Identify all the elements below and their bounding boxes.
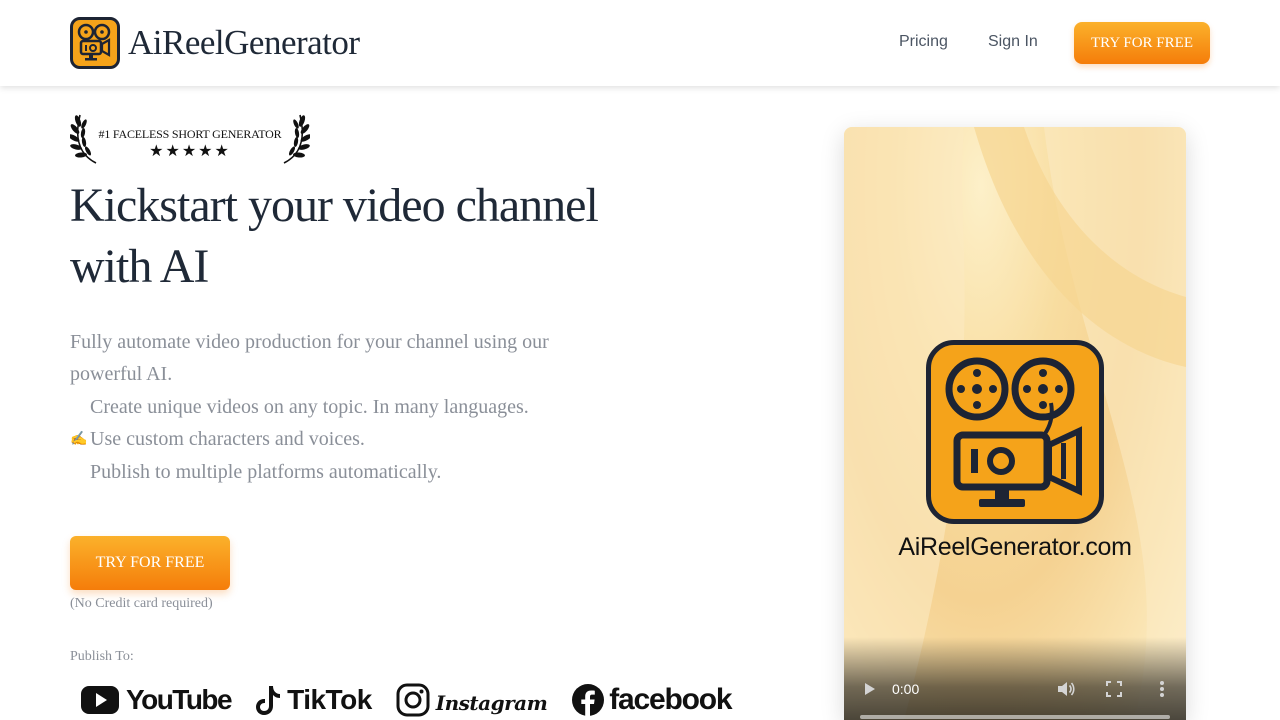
brand[interactable]: AiReelGenerator (70, 17, 360, 69)
platform-name: facebook (609, 683, 732, 716)
play-icon[interactable] (864, 682, 876, 696)
brand-name: AiReelGenerator (128, 23, 360, 62)
video-progress-bar[interactable] (860, 715, 1170, 719)
header-try-for-free-button[interactable]: TRY FOR FREE (1074, 22, 1210, 64)
youtube-icon (81, 686, 119, 714)
feature-text: Use custom characters and voices. (90, 428, 365, 451)
platform-instagram: Instagram (396, 683, 548, 717)
facebook-icon (572, 684, 605, 716)
publish-to-label: Publish To: (70, 649, 134, 664)
award-stars-icon: ★★★★★ (149, 143, 231, 160)
instagram-icon (396, 683, 430, 717)
tiktok-icon (256, 686, 281, 715)
video-caption: AiReelGenerator.com (898, 533, 1132, 561)
brand-logo-icon (70, 17, 120, 69)
platform-youtube: YouTube (80, 684, 233, 716)
more-options-icon[interactable] (1156, 680, 1168, 698)
fullscreen-icon[interactable] (1106, 681, 1122, 697)
hero-description: Fully automate video production for your… (70, 331, 549, 385)
video-logo-icon (926, 340, 1104, 524)
video-controls: 0:00 (844, 637, 1186, 720)
site-header: AiReelGenerator Pricing Sign In TRY FOR … (0, 0, 1280, 86)
platform-name: TikTok (287, 684, 372, 715)
writing-hand-icon: ✍ (70, 432, 88, 448)
feature-text: Publish to multiple platforms automatica… (90, 460, 442, 483)
platform-facebook: facebook (571, 683, 733, 717)
feature-item: Create unique videos on any topic. In ma… (70, 391, 590, 424)
platform-name: Instagram (435, 691, 548, 715)
award-badge: #1 FACELESS SHORT GENERATOR ★★★★★ (70, 109, 310, 165)
hero-title: Kickstart your video channel with AI (70, 179, 599, 293)
feature-text: Create unique videos on any topic. In ma… (90, 395, 529, 418)
award-text: #1 FACELESS SHORT GENERATOR (98, 127, 282, 141)
nav-sign-in-link[interactable]: Sign In (988, 33, 1038, 51)
no-credit-card-note: (No Credit card required) (70, 596, 213, 611)
hero-try-for-free-button[interactable]: TRY FOR FREE (70, 536, 230, 590)
promo-video[interactable]: AiReelGenerator.com 0:00 (844, 127, 1186, 720)
feature-item: Publish to multiple platforms automatica… (70, 456, 590, 489)
volume-icon[interactable] (1057, 680, 1075, 698)
nav-pricing-link[interactable]: Pricing (899, 33, 948, 51)
video-time: 0:00 (892, 681, 920, 697)
platform-logos: YouTube TikTok Instagram facebook (80, 680, 755, 720)
feature-list: Create unique videos on any topic. In ma… (70, 391, 590, 489)
feature-item: ✍ Use custom characters and voices. (70, 424, 590, 457)
platform-tiktok: TikTok (255, 684, 372, 716)
platform-name: YouTube (126, 684, 233, 715)
